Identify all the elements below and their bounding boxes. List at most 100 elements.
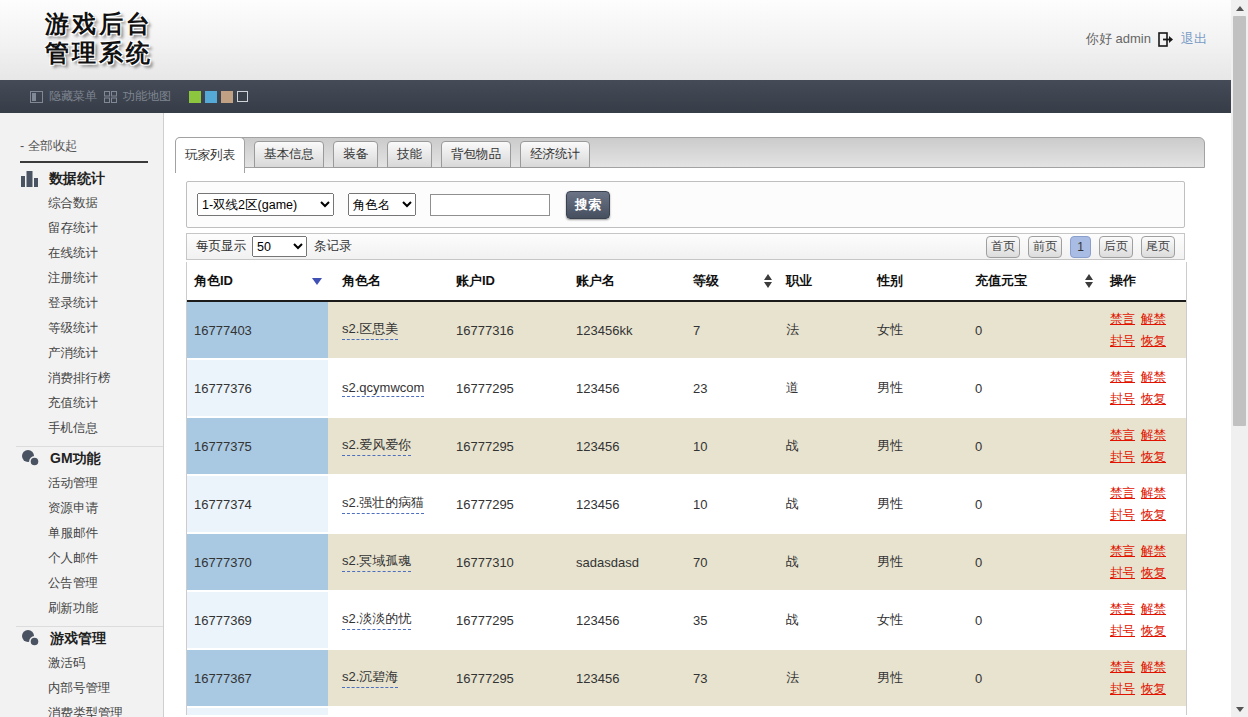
column-header[interactable]: 充值元宝 [967, 262, 1099, 300]
sidebar-item[interactable]: 资源申请 [0, 496, 163, 521]
action-link-3[interactable]: 封号 [1110, 565, 1135, 582]
cell-job: 法 [778, 650, 869, 708]
pagination-current[interactable]: 1 [1070, 236, 1091, 258]
sidebar-item[interactable]: 登录统计 [0, 291, 163, 316]
action-link-2[interactable]: 解禁 [1141, 311, 1166, 328]
action-link-2[interactable]: 解禁 [1141, 659, 1166, 676]
column-label: 等级 [693, 272, 719, 290]
action-link-1[interactable]: 禁言 [1110, 659, 1135, 676]
role-name-link[interactable]: s2.区思美 [342, 320, 398, 340]
vertical-scrollbar[interactable] [1231, 0, 1248, 717]
search-button[interactable]: 搜索 [566, 191, 610, 219]
logout-icon[interactable] [1158, 32, 1174, 47]
action-link-4[interactable]: 恢复 [1141, 565, 1166, 582]
action-link-4[interactable]: 恢复 [1141, 391, 1166, 408]
action-link-2[interactable]: 解禁 [1141, 601, 1166, 618]
sort-icon[interactable] [1085, 274, 1093, 288]
action-link-2[interactable]: 解禁 [1141, 485, 1166, 502]
sidebar-item[interactable]: 充值统计 [0, 391, 163, 416]
sidebar-item[interactable]: 等级统计 [0, 316, 163, 341]
sidebar-item[interactable]: 注册统计 [0, 266, 163, 291]
sidebar-section-header[interactable]: 数据统计 [20, 166, 163, 191]
theme-tan-swatch[interactable] [221, 91, 233, 103]
action-link-2[interactable]: 解禁 [1141, 543, 1166, 560]
sidebar-item[interactable]: 活动管理 [0, 471, 163, 496]
pagination-next[interactable]: 后页 [1099, 236, 1133, 258]
function-map-button[interactable]: 功能地图 [104, 88, 171, 105]
action-link-4[interactable]: 恢复 [1141, 449, 1166, 466]
sidebar-item[interactable]: 产消统计 [0, 341, 163, 366]
action-link-4[interactable]: 恢复 [1141, 333, 1166, 350]
sidebar-section-header[interactable]: GM功能 [20, 446, 163, 471]
action-link-1[interactable]: 禁言 [1110, 427, 1135, 444]
sidebar-section-header[interactable]: 游戏管理 [20, 626, 163, 651]
theme-current-swatch[interactable] [237, 91, 248, 102]
role-name-link[interactable]: s2.冥域孤魂 [342, 552, 411, 572]
role-name-link[interactable]: s2.强壮的病猫 [342, 494, 424, 514]
sort-icon[interactable] [764, 274, 772, 288]
scrollbar-thumb[interactable] [1233, 16, 1246, 426]
sidebar-item[interactable]: 内部号管理 [0, 676, 163, 701]
role-name-link[interactable]: s2.淡淡的忧 [342, 610, 411, 630]
tab-strip: 玩家列表基本信息装备技能背包物品经济统计 [175, 137, 1205, 168]
action-link-3[interactable]: 封号 [1110, 681, 1135, 698]
sidebar-item[interactable]: 在线统计 [0, 241, 163, 266]
sidebar-item[interactable]: 单服邮件 [0, 521, 163, 546]
collapse-all-button[interactable]: - 全部收起 [20, 138, 163, 153]
action-link-1[interactable]: 禁言 [1110, 485, 1135, 502]
role-name-link[interactable]: s2.爱风爱你 [342, 436, 411, 456]
action-link-1[interactable]: 禁言 [1110, 311, 1135, 328]
tab-5[interactable]: 背包物品 [441, 141, 511, 168]
column-header[interactable]: 等级 [685, 262, 778, 300]
theme-blue-swatch[interactable] [205, 91, 217, 103]
column-header[interactable]: 角色ID [187, 262, 328, 300]
sidebar-item[interactable]: 激活码 [0, 651, 163, 676]
server-select[interactable]: 1-双线2区(game) [197, 193, 334, 216]
tab-1[interactable]: 玩家列表 [175, 137, 245, 173]
tab-3[interactable]: 装备 [333, 141, 378, 168]
sidebar-item[interactable]: 留存统计 [0, 216, 163, 241]
per-page-select[interactable]: 50 [252, 236, 307, 257]
action-link-3[interactable]: 封号 [1110, 333, 1135, 350]
role-name-link[interactable]: s2.qcymwcom [342, 380, 424, 397]
theme-green-swatch[interactable] [189, 91, 201, 103]
action-link-2[interactable]: 解禁 [1141, 427, 1166, 444]
search-input[interactable] [430, 194, 550, 216]
sidebar-item[interactable]: 公告管理 [0, 571, 163, 596]
sidebar-item[interactable]: 手机信息 [0, 416, 163, 441]
action-link-2[interactable]: 解禁 [1141, 369, 1166, 386]
action-link-1[interactable]: 禁言 [1110, 369, 1135, 386]
sidebar-item[interactable]: 刷新功能 [0, 596, 163, 621]
action-link-3[interactable]: 封号 [1110, 623, 1135, 640]
hide-menu-button[interactable]: 隐藏菜单 [30, 88, 97, 105]
column-header: 操作 [1099, 262, 1186, 300]
action-link-4[interactable]: 恢复 [1141, 681, 1166, 698]
cell-gender: 男性 [869, 418, 967, 476]
sidebar-item[interactable]: 个人邮件 [0, 546, 163, 571]
action-link-3[interactable]: 封号 [1110, 507, 1135, 524]
sidebar-section: GM功能活动管理资源申请单服邮件个人邮件公告管理刷新功能 [0, 446, 163, 623]
sort-desc-icon[interactable] [312, 278, 322, 285]
scrollbar-down-arrow[interactable] [1231, 701, 1248, 717]
column-label: 充值元宝 [975, 272, 1027, 290]
tab-2[interactable]: 基本信息 [254, 141, 324, 168]
action-link-3[interactable]: 封号 [1110, 391, 1135, 408]
action-link-3[interactable]: 封号 [1110, 449, 1135, 466]
sidebar-item[interactable]: 消费类型管理 [0, 701, 163, 717]
cell-role_id: 16777375 [187, 418, 328, 476]
pagination-last[interactable]: 尾页 [1141, 236, 1175, 258]
sidebar-item[interactable]: 综合数据 [0, 191, 163, 216]
logout-link[interactable]: 退出 [1181, 30, 1207, 48]
sidebar-item[interactable]: 消费排行榜 [0, 366, 163, 391]
action-link-4[interactable]: 恢复 [1141, 507, 1166, 524]
action-link-1[interactable]: 禁言 [1110, 543, 1135, 560]
pagination-first[interactable]: 首页 [986, 236, 1020, 258]
tab-6[interactable]: 经济统计 [520, 141, 590, 168]
action-link-4[interactable]: 恢复 [1141, 623, 1166, 640]
pagination-prev[interactable]: 前页 [1028, 236, 1062, 258]
action-link-1[interactable]: 禁言 [1110, 601, 1135, 618]
search-field-select[interactable]: 角色名 [348, 193, 416, 216]
tab-4[interactable]: 技能 [387, 141, 432, 168]
scrollbar-up-arrow[interactable] [1231, 0, 1248, 16]
role-name-link[interactable]: s2.沉碧海 [342, 668, 398, 688]
